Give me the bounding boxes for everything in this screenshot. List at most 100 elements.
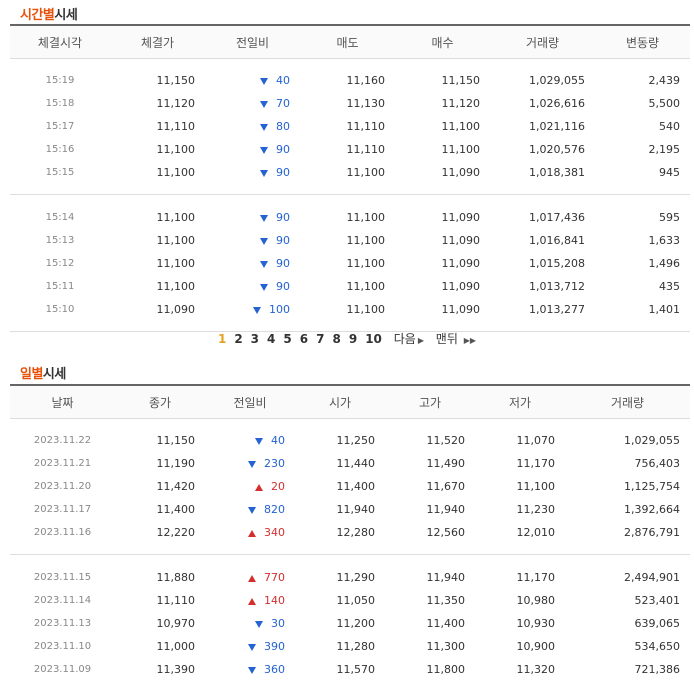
down-arrow-icon bbox=[255, 620, 263, 628]
header-low: 저가 bbox=[475, 384, 565, 419]
bid-cell: 11,090 bbox=[441, 303, 481, 316]
change-cell: 20 bbox=[205, 475, 295, 498]
daily-price-table: 날짜 종가 전일비 시가 고가 저가 거래량 2023.11.22 11,150… bbox=[10, 384, 690, 681]
next-page-link[interactable]: 다음 ▶ bbox=[394, 330, 424, 347]
last-page-link[interactable]: 맨뒤 ▶▶ bbox=[436, 330, 476, 347]
change-value: 40 bbox=[276, 74, 290, 87]
bid-cell: 11,100 bbox=[441, 143, 481, 156]
volume-change-cell: 2,195 bbox=[648, 143, 681, 156]
table-row: 15:18 11,120 70 11,130 11,120 1,026,616 … bbox=[10, 92, 690, 115]
price-cell: 11,100 bbox=[156, 166, 196, 179]
down-arrow-icon bbox=[260, 146, 268, 154]
close-cell: 11,880 bbox=[156, 571, 196, 584]
row-spacer bbox=[10, 196, 690, 206]
double-triangle-right-icon: ▶▶ bbox=[463, 336, 477, 345]
date-cell: 2023.11.21 bbox=[33, 458, 92, 469]
time-cell: 15:16 bbox=[45, 144, 75, 155]
high-cell: 11,300 bbox=[426, 640, 466, 653]
table-row: 15:17 11,110 80 11,110 11,100 1,021,116 … bbox=[10, 115, 690, 138]
page-link-2[interactable]: 2 bbox=[234, 332, 242, 346]
page-link-3[interactable]: 3 bbox=[251, 332, 259, 346]
change-cell: 30 bbox=[205, 612, 295, 635]
table-row: 15:13 11,100 90 11,100 11,090 1,016,841 … bbox=[10, 229, 690, 252]
page-link-6[interactable]: 6 bbox=[300, 332, 308, 346]
bid-cell: 11,120 bbox=[441, 97, 481, 110]
time-cell: 15:17 bbox=[45, 121, 75, 132]
down-arrow-icon bbox=[260, 283, 268, 291]
close-cell: 11,420 bbox=[156, 480, 196, 493]
change-cell: 140 bbox=[205, 589, 295, 612]
change-value: 230 bbox=[264, 457, 285, 470]
price-cell: 11,100 bbox=[156, 257, 196, 270]
header-volume: 거래량 bbox=[490, 24, 595, 59]
pagination: 1 2 3 4 5 6 7 8 9 10 다음 ▶ 맨뒤 ▶▶ bbox=[0, 330, 694, 347]
change-cell: 100 bbox=[205, 298, 300, 321]
table-row: 2023.11.22 11,150 40 11,250 11,520 11,07… bbox=[10, 429, 690, 452]
header-daily-volume: 거래량 bbox=[565, 384, 690, 419]
table-row: 2023.11.09 11,390 360 11,570 11,800 11,3… bbox=[10, 658, 690, 681]
down-arrow-icon bbox=[260, 100, 268, 108]
table-row: 2023.11.13 10,970 30 11,200 11,400 10,93… bbox=[10, 612, 690, 635]
volume-cell: 639,065 bbox=[634, 617, 681, 630]
row-spacer bbox=[10, 544, 690, 555]
volume-cell: 1,392,664 bbox=[624, 503, 680, 516]
change-value: 770 bbox=[264, 571, 285, 584]
close-cell: 11,150 bbox=[156, 434, 196, 447]
date-cell: 2023.11.13 bbox=[33, 618, 92, 629]
high-cell: 11,400 bbox=[426, 617, 466, 630]
change-value: 90 bbox=[276, 280, 290, 293]
down-arrow-icon bbox=[260, 169, 268, 177]
page-link-4[interactable]: 4 bbox=[267, 332, 275, 346]
volume-cell: 1,017,436 bbox=[529, 211, 585, 224]
volume-cell: 1,029,055 bbox=[624, 434, 680, 447]
header-bid: 매수 bbox=[395, 24, 490, 59]
time-cell: 15:15 bbox=[45, 167, 75, 178]
price-cell: 11,100 bbox=[156, 234, 196, 247]
table-row: 15:15 11,100 90 11,100 11,090 1,018,381 … bbox=[10, 161, 690, 184]
header-high: 고가 bbox=[385, 384, 475, 419]
daily-title-rest: 시세 bbox=[42, 367, 66, 382]
volume-change-cell: 1,496 bbox=[648, 257, 681, 270]
date-cell: 2023.11.14 bbox=[33, 595, 92, 606]
close-cell: 10,970 bbox=[156, 617, 196, 630]
down-arrow-icon bbox=[260, 214, 268, 222]
open-cell: 11,290 bbox=[336, 571, 376, 584]
date-cell: 2023.11.17 bbox=[33, 504, 92, 515]
row-spacer bbox=[10, 184, 690, 195]
table-row: 2023.11.16 12,220 340 12,280 12,560 12,0… bbox=[10, 521, 690, 544]
table-row: 2023.11.10 11,000 390 11,280 11,300 10,9… bbox=[10, 635, 690, 658]
close-cell: 12,220 bbox=[156, 526, 196, 539]
change-value: 360 bbox=[264, 663, 285, 676]
down-arrow-icon bbox=[248, 460, 256, 468]
table-row: 2023.11.21 11,190 230 11,440 11,490 11,1… bbox=[10, 452, 690, 475]
volume-change-cell: 1,633 bbox=[648, 234, 681, 247]
bid-cell: 11,090 bbox=[441, 257, 481, 270]
ask-cell: 11,100 bbox=[346, 234, 386, 247]
price-cell: 11,100 bbox=[156, 143, 196, 156]
page-link-8[interactable]: 8 bbox=[332, 332, 340, 346]
low-cell: 11,170 bbox=[516, 457, 556, 470]
volume-cell: 1,026,616 bbox=[529, 97, 585, 110]
volume-cell: 1,020,576 bbox=[529, 143, 585, 156]
page-link-10[interactable]: 10 bbox=[365, 332, 382, 346]
time-section-title: 시간별시세 bbox=[20, 4, 78, 23]
page-link-7[interactable]: 7 bbox=[316, 332, 324, 346]
page-link-5[interactable]: 5 bbox=[283, 332, 291, 346]
price-cell: 11,090 bbox=[156, 303, 196, 316]
page-link-1[interactable]: 1 bbox=[218, 332, 226, 346]
next-label: 다음 bbox=[393, 332, 416, 346]
open-cell: 12,280 bbox=[336, 526, 376, 539]
price-cell: 11,120 bbox=[156, 97, 196, 110]
high-cell: 11,490 bbox=[426, 457, 466, 470]
up-arrow-icon bbox=[248, 574, 256, 582]
down-arrow-icon bbox=[260, 237, 268, 245]
page-link-9[interactable]: 9 bbox=[349, 332, 357, 346]
ask-cell: 11,100 bbox=[346, 257, 386, 270]
time-cell: 15:11 bbox=[45, 281, 75, 292]
table-row: 2023.11.20 11,420 20 11,400 11,670 11,10… bbox=[10, 475, 690, 498]
table-row: 2023.11.15 11,880 770 11,290 11,940 11,1… bbox=[10, 566, 690, 589]
time-price-table: 체결시각 체결가 전일비 매도 매수 거래량 변동량 15:19 11,150 … bbox=[10, 24, 690, 333]
bid-cell: 11,090 bbox=[441, 280, 481, 293]
high-cell: 11,520 bbox=[426, 434, 466, 447]
volume-change-cell: 540 bbox=[659, 120, 680, 133]
